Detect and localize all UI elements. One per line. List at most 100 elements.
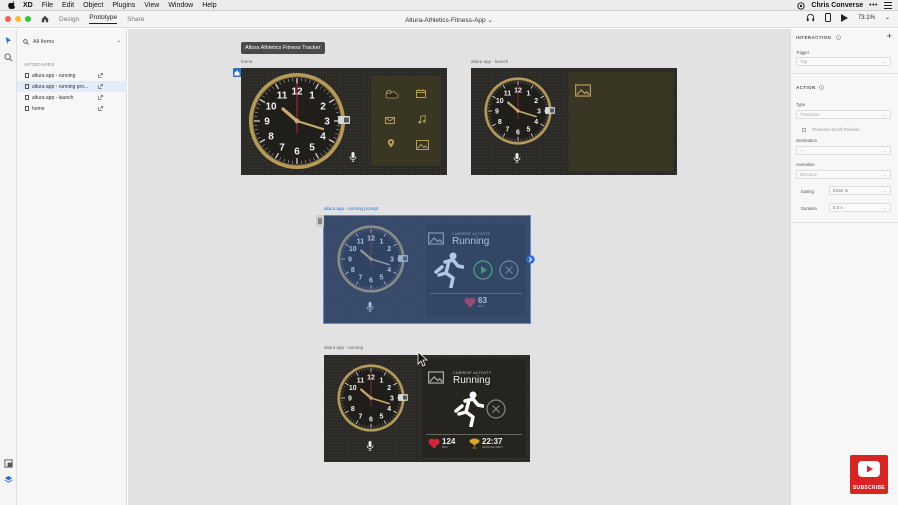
- chevron-down-icon: ⌄: [883, 59, 887, 64]
- menu-window[interactable]: Window: [168, 2, 193, 9]
- menu-view[interactable]: View: [144, 2, 159, 9]
- trigger-select[interactable]: Tap ⌄: [796, 57, 891, 66]
- home-icon[interactable]: [41, 15, 49, 23]
- layer-filter[interactable]: All Items ⌄: [23, 37, 121, 47]
- artboard-row-launch[interactable]: altura app - launch: [17, 92, 127, 103]
- menu-xd[interactable]: XD: [23, 2, 33, 9]
- artboard-row-running-prompt[interactable]: altura app - running pro...: [17, 81, 127, 92]
- panel-divider: [791, 222, 898, 223]
- app-toolbar: Design Prototype Share Altura-Athletics-…: [0, 11, 898, 28]
- watch-hour-number: 3: [324, 117, 330, 128]
- watch-hour-number: 10: [265, 102, 277, 113]
- user-name[interactable]: Chris Converse: [811, 2, 863, 9]
- photos-icon[interactable]: [575, 84, 591, 97]
- properties-panel: INTERACTION + Trigger Tap ⌄ ACTION Type T…: [790, 29, 898, 505]
- youtube-subscribe-button[interactable]: SUBSCRIBE: [850, 455, 888, 494]
- weather-icon[interactable]: [383, 89, 399, 99]
- panel-divider: [426, 434, 522, 435]
- artboard-icon: [25, 95, 29, 100]
- zoom-level[interactable]: 73.1%: [858, 15, 875, 21]
- animation-value: Dissolve: [800, 172, 818, 177]
- more-icon[interactable]: •••: [869, 2, 878, 9]
- microphone-icon[interactable]: [349, 152, 357, 162]
- app-grid-panel: [371, 76, 441, 166]
- watch-hour-number: 11: [277, 91, 288, 102]
- tab-design[interactable]: Design: [59, 16, 79, 23]
- wire-connector-icon[interactable]: [526, 255, 535, 264]
- play-icon[interactable]: [840, 13, 848, 22]
- info-icon[interactable]: [819, 85, 824, 90]
- duration-select[interactable]: 0.3 s ⌄: [829, 203, 891, 212]
- menu-plugins[interactable]: Plugins: [112, 2, 135, 9]
- watch-hour-number: 3: [537, 108, 541, 115]
- music-icon[interactable]: [417, 115, 427, 124]
- watch-hour-number: 1: [309, 91, 315, 102]
- calendar-icon[interactable]: [416, 89, 426, 98]
- animation-select[interactable]: Dissolve ⌄: [796, 170, 891, 179]
- home-start-flag-icon[interactable]: [233, 68, 241, 77]
- menu-object[interactable]: Object: [83, 2, 103, 9]
- layers-icon[interactable]: [4, 475, 13, 484]
- stop-activity-button[interactable]: [486, 399, 506, 419]
- artboard-handle-icon[interactable]: [316, 215, 324, 227]
- artboard-launch[interactable]: 12 1 2 3 4 5 6 7 8 9 10 11: [471, 68, 677, 175]
- tab-share[interactable]: Share: [127, 16, 144, 23]
- artboard-label-running[interactable]: altura app - running: [324, 345, 363, 350]
- artboard-label-running-prompt[interactable]: altura app - running prompt: [324, 206, 378, 211]
- photos-icon[interactable]: [416, 140, 429, 150]
- info-icon[interactable]: [836, 35, 841, 40]
- chevron-down-icon: ⌄: [487, 17, 493, 24]
- mouse-cursor-icon: [417, 351, 428, 367]
- zoom-window-button[interactable]: [25, 16, 31, 22]
- tab-prototype[interactable]: Prototype: [89, 14, 118, 24]
- close-window-button[interactable]: [5, 16, 11, 22]
- chevron-down-icon: ⌄: [116, 38, 121, 44]
- minimize-window-button[interactable]: [15, 16, 21, 22]
- artboard-running[interactable]: 12 1 2 3 4 5 6 7 8 9 10 11 CURRENT ACTIVITY Running…: [324, 355, 530, 462]
- easing-label: Easing: [801, 189, 814, 194]
- menu-list-icon[interactable]: [884, 2, 892, 9]
- easing-select[interactable]: Ease In ⌄: [829, 186, 891, 195]
- menu-edit[interactable]: Edit: [62, 2, 74, 9]
- location-icon[interactable]: [386, 139, 396, 148]
- add-interaction-button[interactable]: +: [887, 31, 892, 41]
- external-link-icon[interactable]: [98, 106, 103, 111]
- photos-icon: [428, 371, 444, 384]
- artboard-row-home[interactable]: home: [17, 103, 127, 114]
- device-preview-icon[interactable]: [824, 13, 831, 22]
- apple-icon[interactable]: [8, 1, 17, 9]
- destination-value: ---: [800, 148, 805, 153]
- date-badge-icon: [338, 116, 350, 124]
- preserve-scroll-checkbox[interactable]: [802, 128, 806, 132]
- microphone-icon[interactable]: [513, 153, 521, 163]
- artboards-section-title: ARTBOARDS: [24, 62, 55, 67]
- menu-file[interactable]: File: [42, 2, 53, 9]
- assets-icon[interactable]: [4, 459, 13, 468]
- headphones-icon[interactable]: [806, 13, 815, 22]
- external-link-icon[interactable]: [98, 84, 103, 89]
- zoom-tool-icon[interactable]: [4, 53, 13, 62]
- personal-best-time: 22:37: [482, 437, 503, 446]
- watch-hour-number: 6: [294, 147, 300, 158]
- artboard-label-launch[interactable]: altura app - launch: [471, 59, 508, 64]
- microphone-icon[interactable]: [366, 441, 374, 451]
- external-link-icon[interactable]: [98, 95, 103, 100]
- menu-help[interactable]: Help: [202, 2, 216, 9]
- artboard-home[interactable]: 12 1 2 3 4 5 6 7 8 9 10 11: [241, 68, 447, 175]
- zoom-chevron-icon[interactable]: ⌄: [885, 14, 890, 21]
- heart-icon: [428, 438, 440, 449]
- chevron-down-icon: ⌄: [883, 205, 887, 210]
- launch-panel: [569, 72, 673, 171]
- creative-cloud-icon[interactable]: [797, 1, 806, 10]
- watch-pin: [294, 118, 300, 124]
- panel-divider: [791, 73, 898, 74]
- type-select[interactable]: Transition ⌄: [796, 110, 891, 119]
- mail-icon[interactable]: [385, 116, 395, 125]
- duration-value: 0.3 s: [833, 205, 843, 210]
- artboard-label-home[interactable]: home: [241, 59, 252, 64]
- select-tool-icon[interactable]: [4, 36, 13, 45]
- external-link-icon[interactable]: [98, 73, 103, 78]
- search-icon: [23, 39, 29, 45]
- artboard-row-running[interactable]: altura app - running: [17, 70, 127, 81]
- destination-select[interactable]: --- ⌄: [796, 146, 891, 155]
